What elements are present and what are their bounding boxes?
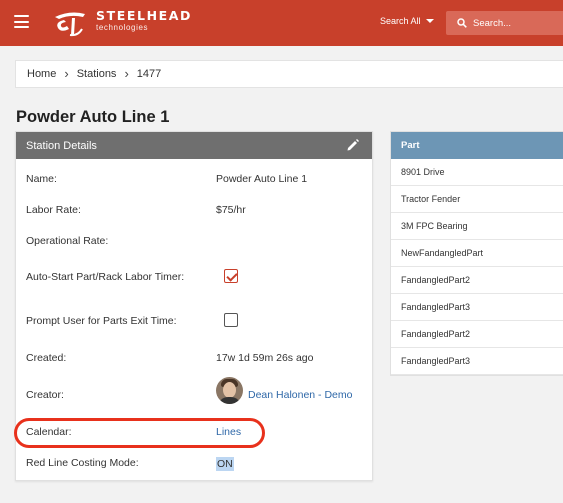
pencil-icon[interactable]	[346, 138, 360, 152]
parts-table-header: Part	[391, 132, 563, 159]
table-row[interactable]: FandangledPart3	[391, 294, 563, 321]
calendar-link[interactable]: Lines	[216, 426, 241, 438]
auto-start-checkbox[interactable]	[224, 269, 238, 283]
table-row[interactable]: NewFandangledPart	[391, 240, 563, 267]
page-title: Powder Auto Line 1	[16, 108, 170, 126]
labor-rate-label: Labor Rate:	[26, 204, 81, 216]
auto-start-label: Auto-Start Part/Rack Labor Timer:	[26, 271, 185, 283]
search-input[interactable]	[473, 17, 563, 29]
breadcrumb: Home › Stations › 1477	[15, 60, 563, 88]
avatar[interactable]	[216, 377, 243, 404]
prompt-exit-label: Prompt User for Parts Exit Time:	[26, 315, 177, 327]
search-scope-dropdown[interactable]: Search All	[380, 16, 434, 26]
brand-name: STEELHEAD	[96, 8, 193, 23]
caret-down-icon	[425, 19, 434, 23]
station-details-header: Station Details	[16, 132, 372, 159]
red-line-value: ON	[216, 457, 234, 471]
chevron-right-icon: ›	[124, 66, 129, 81]
search-scope-label: Search All	[380, 16, 421, 26]
search-icon	[457, 18, 467, 28]
table-row[interactable]: 8901 Drive	[391, 159, 563, 186]
prompt-exit-checkbox[interactable]	[224, 313, 238, 327]
station-details-title: Station Details	[26, 139, 97, 152]
table-row[interactable]: FandangledPart2	[391, 267, 563, 294]
search-box[interactable]	[446, 11, 563, 35]
chevron-right-icon: ›	[64, 66, 69, 81]
table-row[interactable]: 3M FPC Bearing	[391, 213, 563, 240]
table-row[interactable]: FandangledPart2	[391, 321, 563, 348]
created-label: Created:	[26, 352, 67, 364]
steelhead-logo-icon[interactable]	[52, 8, 88, 38]
field-name-value: Powder Auto Line 1	[216, 173, 308, 185]
table-row[interactable]: Tractor Fender	[391, 186, 563, 213]
creator-label: Creator:	[26, 389, 64, 401]
red-line-label: Red Line Costing Mode:	[26, 457, 139, 469]
brand: STEELHEAD technologies	[96, 9, 192, 33]
brand-sub: technologies	[96, 23, 149, 32]
labor-rate-value: $75/hr	[216, 204, 246, 216]
parts-table: Part 8901 Drive Tractor Fender 3M FPC Be…	[390, 131, 563, 376]
menu-icon[interactable]	[14, 15, 29, 28]
breadcrumb-home[interactable]: Home	[27, 68, 56, 80]
table-row[interactable]: FandangledPart3	[391, 348, 563, 375]
breadcrumb-current: 1477	[136, 68, 162, 80]
station-details-card: Station Details Name: Powder Auto Line 1…	[15, 131, 373, 481]
field-name-label: Name:	[26, 173, 57, 185]
created-value: 17w 1d 59m 26s ago	[216, 352, 314, 364]
calendar-label: Calendar:	[26, 426, 72, 438]
operational-rate-label: Operational Rate:	[26, 235, 109, 247]
creator-link[interactable]: Dean Halonen - Demo	[248, 389, 352, 401]
breadcrumb-stations[interactable]: Stations	[77, 68, 117, 80]
top-nav-bar: STEELHEAD technologies Search All	[0, 0, 563, 46]
